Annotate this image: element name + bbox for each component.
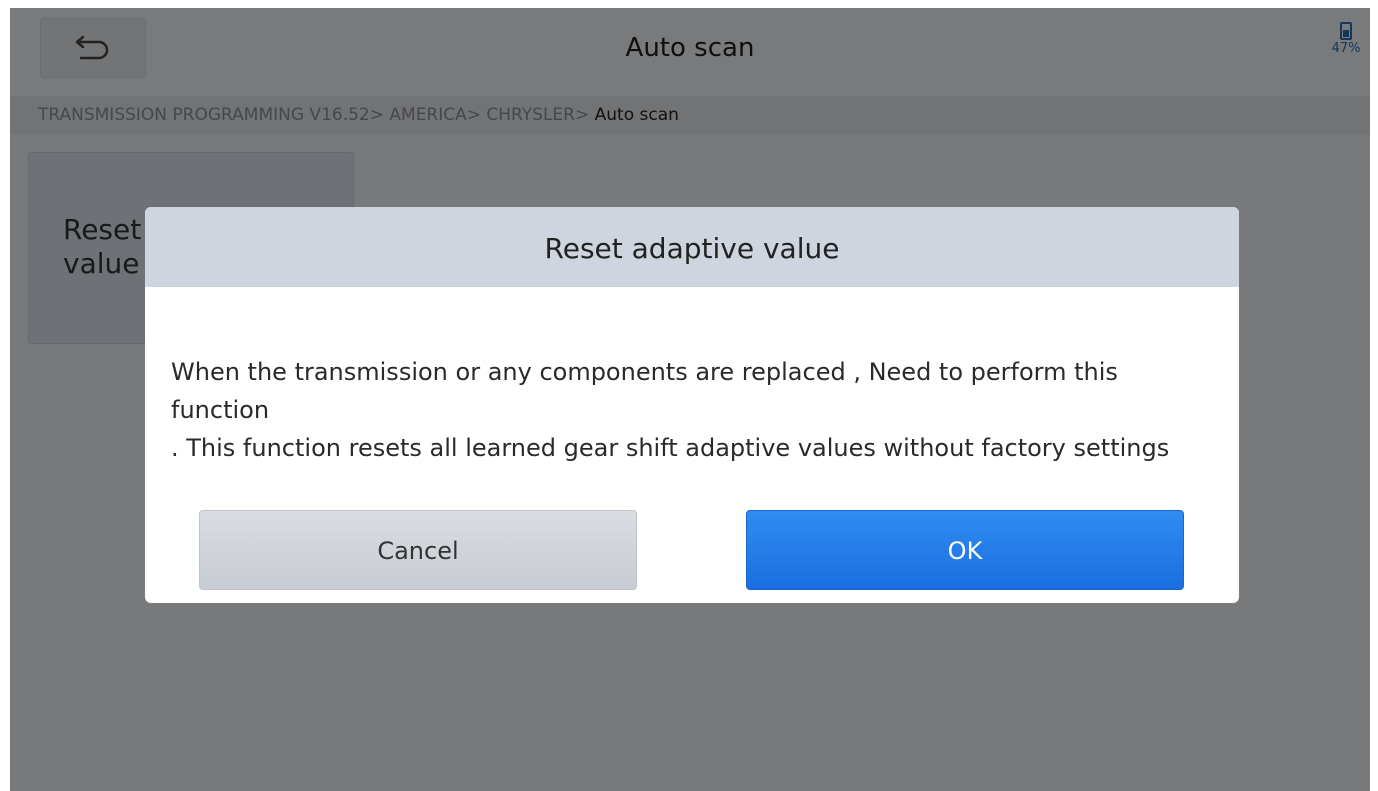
ok-button[interactable]: OK — [746, 510, 1184, 590]
dialog-title: Reset adaptive value — [145, 207, 1239, 287]
app-screen: Auto scan 47% TRANSMISSION PROGRAMMING V… — [10, 8, 1370, 791]
modal-overlay: Reset adaptive value When the transmissi… — [10, 8, 1370, 791]
cancel-button[interactable]: Cancel — [199, 510, 637, 590]
reset-adaptive-dialog: Reset adaptive value When the transmissi… — [145, 207, 1239, 603]
dialog-message-line2: . This function resets all learned gear … — [171, 434, 1170, 462]
dialog-message: When the transmission or any components … — [171, 353, 1221, 467]
dialog-message-line1: When the transmission or any components … — [171, 358, 1118, 424]
